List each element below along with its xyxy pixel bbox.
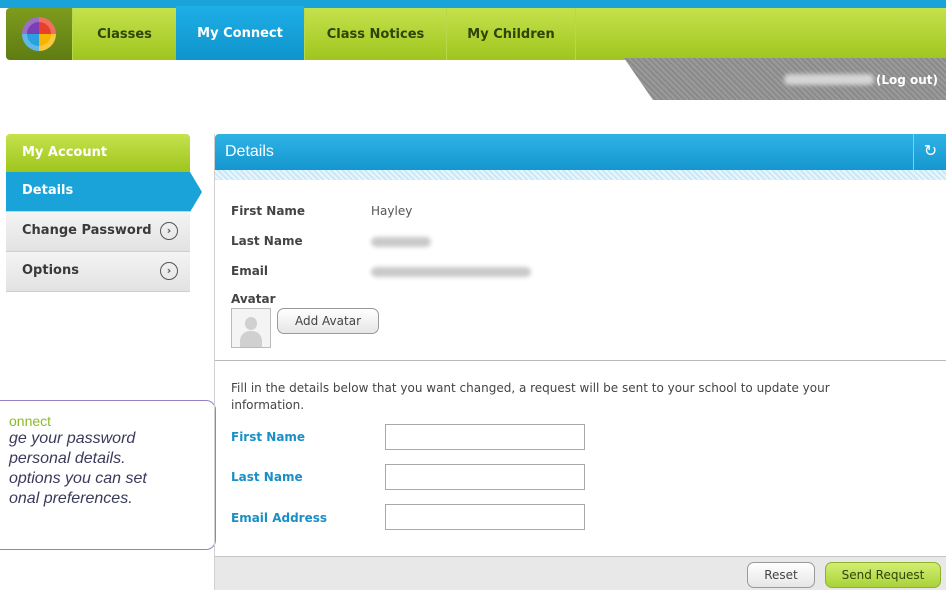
tooltip-line: options you can set	[9, 470, 147, 487]
email-value	[371, 266, 531, 280]
last-name-label: Last Name	[231, 234, 303, 248]
tooltip-title: onnect	[9, 413, 52, 429]
info-text: Fill in the details below that you want …	[231, 381, 830, 412]
form-first-name-label: First Name	[231, 430, 306, 444]
tooltip-line: onal preferences.	[9, 490, 133, 507]
send-request-button[interactable]: Send Request	[825, 562, 941, 588]
sidebar-item-label: Options	[22, 263, 79, 278]
tooltip-line: ge your password	[9, 430, 136, 447]
tooltip-line: personal details.	[9, 450, 126, 467]
panel-footer: Reset Send Request	[215, 556, 946, 590]
first-name-label: First Name	[231, 204, 306, 218]
sidebar-item-details[interactable]: Details	[6, 172, 190, 212]
form-email-label: Email Address	[231, 511, 328, 525]
last-name-input[interactable]	[385, 464, 585, 490]
redacted-value	[371, 267, 531, 277]
sidebar-item-label: Change Password	[22, 223, 152, 238]
email-address-input[interactable]	[385, 504, 585, 530]
refresh-icon[interactable]: ↻	[913, 134, 946, 170]
panel-header: Details ↻	[215, 134, 946, 170]
logout-link[interactable]: (Log out)	[876, 73, 938, 87]
sidebar-item-label: Details	[22, 183, 74, 198]
app-logo-icon[interactable]	[22, 17, 56, 51]
active-pointer	[190, 172, 202, 212]
last-name-value	[371, 236, 431, 250]
top-accent-strip	[0, 0, 946, 8]
form-last-name-label: Last Name	[231, 470, 303, 484]
top-navigation: Classes My Connect Class Notices My Chil…	[0, 0, 946, 60]
sidebar-header: My Account	[6, 134, 190, 172]
details-panel: Details ↻ First Name Hayley Last Name Em…	[214, 134, 946, 590]
sidebar-item-change-password[interactable]: Change Password ›	[6, 212, 190, 252]
logo-container[interactable]	[6, 8, 72, 60]
header-stripes	[215, 170, 946, 180]
first-name-input[interactable]	[385, 424, 585, 450]
redacted-value	[371, 237, 431, 247]
tab-class-notices[interactable]: Class Notices	[304, 8, 446, 60]
first-name-value: Hayley	[371, 204, 413, 218]
help-tooltip: onnect ge your password personal details…	[0, 400, 216, 550]
tab-classes[interactable]: Classes	[72, 8, 176, 60]
avatar-placeholder-icon	[245, 317, 257, 330]
user-name-blurred	[784, 74, 874, 85]
chevron-right-icon[interactable]: ›	[160, 262, 178, 280]
panel-title: Details	[225, 143, 274, 160]
chevron-right-icon[interactable]: ›	[160, 222, 178, 240]
email-label: Email	[231, 264, 269, 278]
user-bar: (Log out)	[624, 58, 946, 100]
avatar-placeholder-body	[240, 331, 262, 347]
sidebar-item-options[interactable]: Options ›	[6, 252, 190, 292]
section-divider	[215, 360, 946, 361]
tab-my-children[interactable]: My Children	[446, 8, 576, 60]
tab-my-connect[interactable]: My Connect	[176, 6, 304, 60]
avatar	[231, 308, 271, 348]
add-avatar-button[interactable]: Add Avatar	[277, 308, 379, 334]
avatar-label: Avatar	[231, 292, 276, 306]
reset-button[interactable]: Reset	[747, 562, 815, 588]
